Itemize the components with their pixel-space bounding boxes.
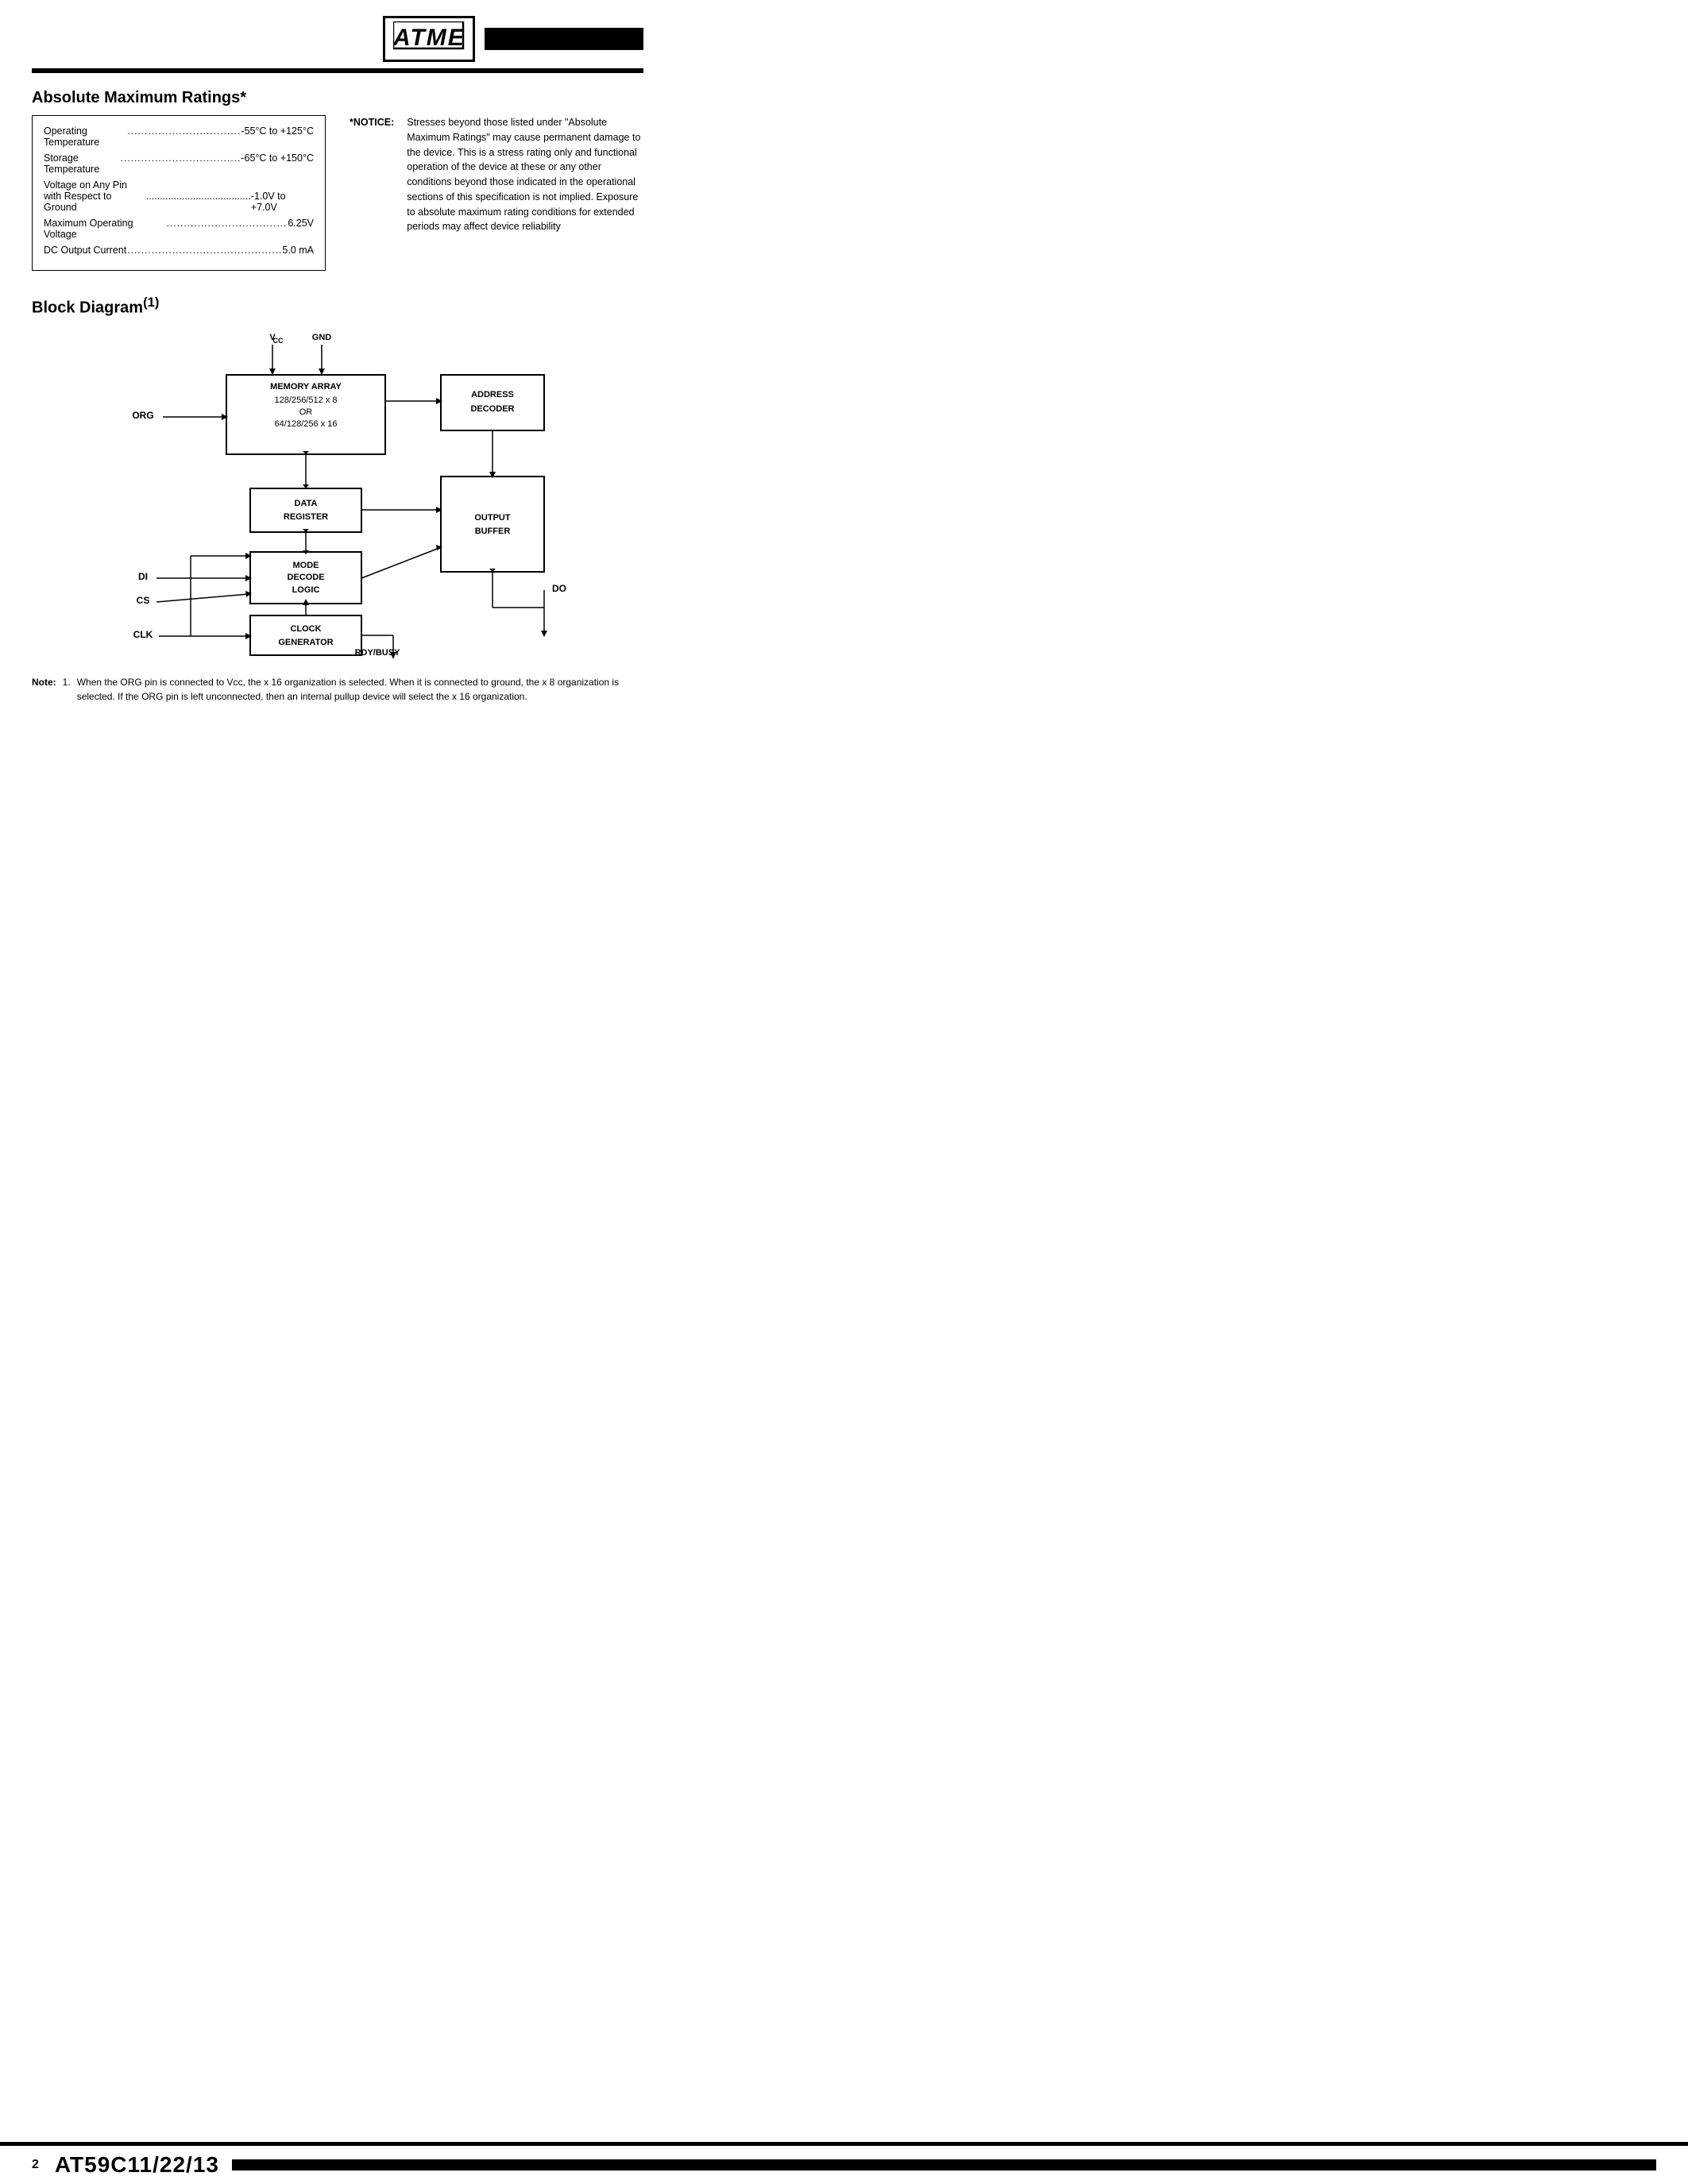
memory-array-label4: 64/128/256 x 16 bbox=[275, 419, 338, 429]
note-label: Note: bbox=[32, 675, 56, 704]
rating-value-1: -55°C to +125°C bbox=[241, 125, 314, 137]
memory-array-label2: 128/256/512 x 8 bbox=[275, 396, 338, 405]
rating-row-5: DC Output Current ......................… bbox=[44, 245, 314, 256]
gnd-label: GND bbox=[312, 333, 332, 342]
notice-label: *NOTICE: bbox=[350, 115, 394, 234]
block-diagram-title: Block Diagram(1) bbox=[32, 295, 643, 318]
note-number: 1. bbox=[63, 675, 71, 704]
logo-container: ATMEL bbox=[383, 16, 643, 62]
vcc-arrow bbox=[269, 369, 276, 375]
vcc-sub: CC bbox=[273, 337, 284, 345]
footer-black-bar bbox=[232, 2159, 1656, 2170]
rating-label-3b: with Respect to Ground bbox=[44, 191, 146, 213]
gnd-arrow bbox=[319, 369, 325, 375]
clk-label: CLK bbox=[133, 629, 153, 640]
svg-text:ATMEL: ATMEL bbox=[393, 25, 465, 50]
rating-label-3a: Voltage on Any Pin bbox=[44, 179, 314, 191]
clock-gen-box bbox=[250, 615, 361, 655]
mode-decode-label2: DECODE bbox=[287, 573, 324, 582]
absolute-max-ratings-section: Absolute Maximum Ratings* Operating Temp… bbox=[32, 89, 643, 271]
ratings-content: Operating Temperature ..................… bbox=[32, 115, 643, 271]
address-decoder-label1: ADDRESS bbox=[471, 390, 514, 399]
data-register-label2: REGISTER bbox=[284, 512, 328, 522]
data-register-label1: DATA bbox=[295, 499, 318, 508]
rating-label-1: Operating Temperature bbox=[44, 125, 127, 148]
rating-row-2: Storage Temperature ....................… bbox=[44, 152, 314, 175]
rating-label-4: Maximum Operating Voltage bbox=[44, 218, 166, 240]
block-diagram-superscript: (1) bbox=[143, 295, 159, 310]
output-buffer-label1: OUTPUT bbox=[474, 513, 511, 523]
memory-array-label1: MEMORY ARRAY bbox=[270, 382, 342, 392]
cs-label: CS bbox=[137, 595, 150, 606]
rating-row-1: Operating Temperature ..................… bbox=[44, 125, 314, 148]
atmel-logo: ATMEL bbox=[383, 16, 475, 62]
clock-gen-label2: GENERATOR bbox=[278, 638, 333, 647]
rating-value-2: -65°C to +150°C bbox=[241, 152, 314, 164]
rating-row-3: Voltage on Any Pin with Respect to Groun… bbox=[44, 179, 314, 213]
page-header: ATMEL bbox=[32, 16, 643, 73]
di-label: DI bbox=[138, 571, 148, 582]
rating-value-3: -1.0V to +7.0V bbox=[251, 191, 314, 213]
mode-decode-label1: MODE bbox=[293, 561, 319, 570]
block-diagram-section: Block Diagram(1) V CC GND MEMORY ARRAY 1… bbox=[32, 295, 643, 659]
abs-max-title: Absolute Maximum Ratings* bbox=[32, 89, 643, 107]
page-number: 2 bbox=[32, 2158, 39, 2172]
output-buffer-box bbox=[441, 477, 544, 572]
header-black-bar bbox=[485, 28, 643, 50]
do-arrow bbox=[541, 631, 547, 637]
notice-box: *NOTICE: Stresses beyond those listed un… bbox=[350, 115, 643, 271]
output-buffer-label2: BUFFER bbox=[475, 527, 511, 536]
address-decoder-label2: DECODER bbox=[470, 404, 514, 414]
page-footer: 2 AT59C11/22/13 bbox=[0, 2142, 1688, 2184]
note-text: When the ORG pin is connected to Vᴄᴄ, th… bbox=[77, 675, 643, 704]
mode-decode-label3: LOGIC bbox=[292, 585, 320, 595]
org-label: ORG bbox=[132, 410, 153, 421]
note-section: Note: 1. When the ORG pin is connected t… bbox=[32, 675, 643, 704]
data-register-box bbox=[250, 488, 361, 532]
rating-value-4: 6.25V bbox=[288, 218, 314, 229]
rating-row-4: Maximum Operating Voltage ..............… bbox=[44, 218, 314, 240]
memory-array-label3: OR bbox=[299, 407, 313, 417]
address-decoder-box bbox=[441, 375, 544, 430]
rating-value-5: 5.0 mA bbox=[282, 245, 314, 256]
rating-label-2: Storage Temperature bbox=[44, 152, 121, 175]
block-diagram-svg: V CC GND MEMORY ARRAY 128/256/512 x 8 OR… bbox=[68, 326, 608, 659]
rating-label-5: DC Output Current bbox=[44, 245, 127, 256]
chip-title: AT59C11/22/13 bbox=[55, 2152, 219, 2178]
clock-gen-label1: CLOCK bbox=[290, 624, 321, 634]
ratings-box: Operating Temperature ..................… bbox=[32, 115, 326, 271]
do-label: DO bbox=[552, 583, 566, 594]
atmel-logo-svg: ATMEL bbox=[393, 21, 465, 50]
notice-text: Stresses beyond those listed under "Abso… bbox=[407, 115, 643, 234]
